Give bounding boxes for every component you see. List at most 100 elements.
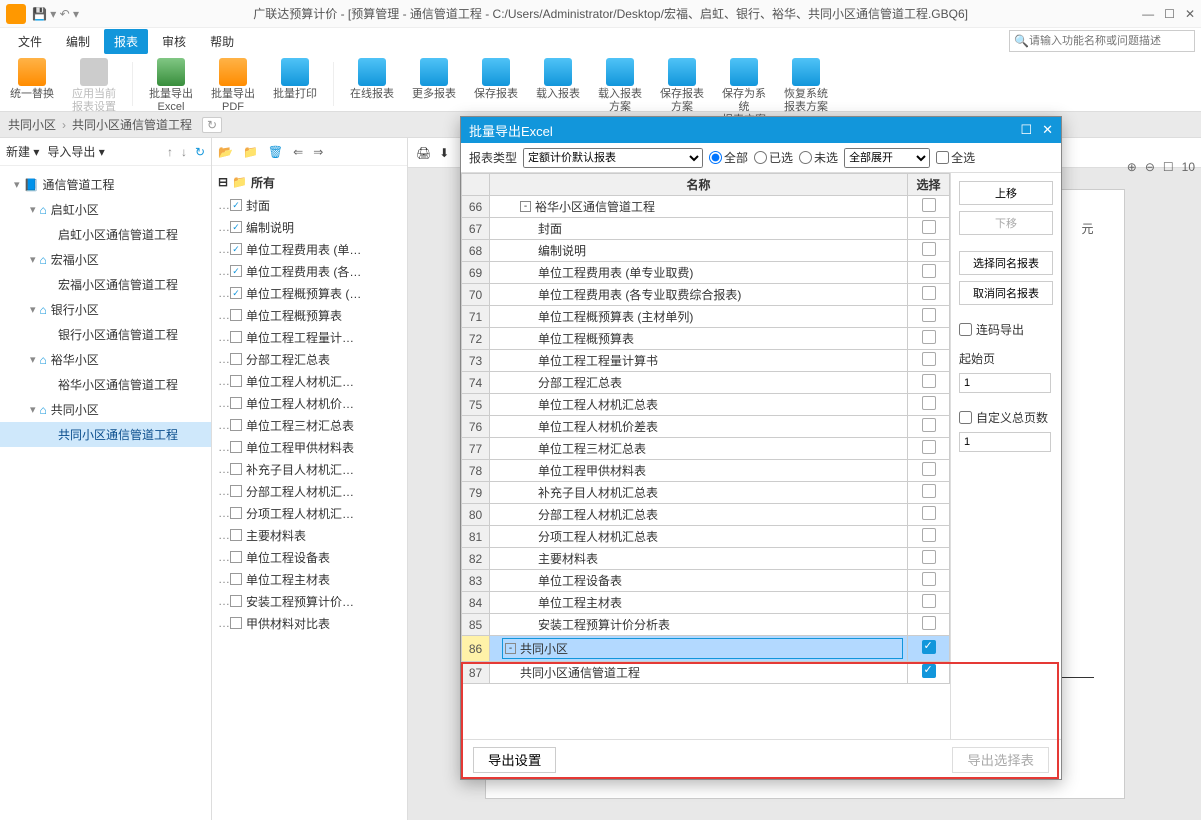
report-item[interactable]: …补充子目人材机汇… (212, 458, 407, 480)
grid-row[interactable]: 79补充子目人材机汇总表 (462, 482, 950, 504)
row-checkbox[interactable] (922, 484, 936, 498)
tree-row[interactable]: ▾⌂宏福小区 (0, 247, 211, 272)
radio-unselected[interactable]: 未选 (799, 149, 838, 166)
breadcrumb-refresh-icon[interactable]: ↻ (202, 117, 222, 133)
grid-row[interactable]: 83单位工程设备表 (462, 570, 950, 592)
custom-total-checkbox[interactable]: 自定义总页数 (959, 409, 1053, 426)
menu-review[interactable]: 审核 (152, 29, 196, 54)
radio-selected[interactable]: 已选 (754, 149, 793, 166)
export-icon[interactable]: ⬇ (439, 146, 449, 160)
row-checkbox[interactable] (922, 528, 936, 542)
menu-report[interactable]: 报表 (104, 29, 148, 54)
row-checkbox[interactable] (922, 286, 936, 300)
report-item[interactable]: …安装工程预算计价… (212, 590, 407, 612)
close-icon[interactable]: ✕ (1185, 7, 1195, 21)
tree-row[interactable]: 共同小区通信管道工程 (0, 422, 211, 447)
tree-row[interactable]: 启虹小区通信管道工程 (0, 222, 211, 247)
report-item[interactable]: …单位工程人材机价… (212, 392, 407, 414)
radio-all[interactable]: 全部 (709, 149, 748, 166)
grid-row[interactable]: 85安装工程预算计价分析表 (462, 614, 950, 636)
row-checkbox[interactable] (922, 572, 936, 586)
grid-row[interactable]: 71单位工程概预算表 (主材单列) (462, 306, 950, 328)
grid-row[interactable]: 78单位工程甲供材料表 (462, 460, 950, 482)
minimize-icon[interactable]: — (1142, 7, 1154, 21)
grid-row[interactable]: 66- 裕华小区通信管道工程 (462, 196, 950, 218)
start-page-input[interactable] (959, 373, 1051, 393)
zoom-out-icon[interactable]: ⊖ (1145, 160, 1155, 174)
fit-icon[interactable]: ☐ (1163, 160, 1174, 174)
project-tree[interactable]: ▾📘通信管道工程▾⌂启虹小区启虹小区通信管道工程▾⌂宏福小区宏福小区通信管道工程… (0, 166, 211, 820)
row-checkbox[interactable] (922, 374, 936, 388)
move-up-button[interactable]: 上移 (959, 181, 1053, 205)
grid-row[interactable]: 67封面 (462, 218, 950, 240)
row-checkbox[interactable] (922, 440, 936, 454)
check-all[interactable]: 全选 (936, 149, 975, 166)
menu-help[interactable]: 帮助 (200, 29, 244, 54)
select-same-button[interactable]: 选择同名报表 (959, 251, 1053, 275)
export-settings-button[interactable]: 导出设置 (473, 747, 556, 773)
row-checkbox[interactable] (922, 396, 936, 410)
row-checkbox[interactable] (922, 308, 936, 322)
row-checkbox[interactable] (922, 616, 936, 630)
grid-row[interactable]: 77单位工程三材汇总表 (462, 438, 950, 460)
breadcrumb-leaf[interactable]: 共同小区通信管道工程 (72, 116, 192, 133)
panel-refresh-icon[interactable]: ↻ (195, 145, 205, 159)
row-checkbox[interactable] (922, 352, 936, 366)
import-export-button[interactable]: 导入导出 ▾ (47, 143, 104, 160)
zoom-in-icon[interactable]: ⊕ (1127, 160, 1137, 174)
report-item[interactable]: …✓单位工程概预算表 (… (212, 282, 407, 304)
move-down-button[interactable]: 下移 (959, 211, 1053, 235)
report-item[interactable]: …单位工程概预算表 (212, 304, 407, 326)
function-search-input[interactable] (1029, 35, 1190, 47)
menu-file[interactable]: 文件 (8, 29, 52, 54)
row-checkbox[interactable] (922, 264, 936, 278)
grid-row[interactable]: 70单位工程费用表 (各专业取费综合报表) (462, 284, 950, 306)
tree-row[interactable]: ▾⌂共同小区 (0, 397, 211, 422)
grid-row[interactable]: 68编制说明 (462, 240, 950, 262)
toolbar-btn-10[interactable]: 保存报表方案 (658, 58, 706, 114)
tree-row[interactable]: ▾⌂启虹小区 (0, 197, 211, 222)
folder-icon[interactable]: 📁 (243, 145, 258, 159)
breadcrumb-root[interactable]: 共同小区 (8, 116, 56, 133)
quick-access-icons[interactable]: 💾 ▾ ↶ ▾ (32, 7, 79, 21)
function-search[interactable]: 🔍 (1009, 30, 1195, 52)
report-item[interactable]: …主要材料表 (212, 524, 407, 546)
grid-row[interactable]: 69单位工程费用表 (单专业取费) (462, 262, 950, 284)
tree-row[interactable]: ▾⌂裕华小区 (0, 347, 211, 372)
report-item[interactable]: …✓编制说明 (212, 216, 407, 238)
chain-export-checkbox[interactable]: 连码导出 (959, 321, 1053, 338)
grid-row[interactable]: 74分部工程汇总表 (462, 372, 950, 394)
report-item[interactable]: …单位工程设备表 (212, 546, 407, 568)
report-item[interactable]: …单位工程工程量计… (212, 326, 407, 348)
menu-edit[interactable]: 编制 (56, 29, 100, 54)
report-item[interactable]: …分部工程汇总表 (212, 348, 407, 370)
export-selected-button[interactable]: 导出选择表 (952, 747, 1049, 773)
grid-row[interactable]: 80分部工程人材机汇总表 (462, 504, 950, 526)
toolbar-btn-1[interactable]: 应用当前报表设置 (70, 58, 118, 114)
row-checkbox[interactable] (922, 506, 936, 520)
row-checkbox[interactable] (922, 220, 936, 234)
dialog-close-icon[interactable]: ✕ (1042, 122, 1053, 138)
tree-row[interactable]: 银行小区通信管道工程 (0, 322, 211, 347)
export-grid[interactable]: 名称 选择 66- 裕华小区通信管道工程67封面68编制说明69单位工程费用表 … (461, 173, 951, 739)
toolbar-btn-7[interactable]: 保存报表 (472, 58, 520, 101)
tree-row[interactable]: 宏福小区通信管道工程 (0, 272, 211, 297)
dialog-max-icon[interactable]: ☐ (1020, 122, 1032, 138)
report-item[interactable]: …甲供材料对比表 (212, 612, 407, 634)
grid-row[interactable]: 72单位工程概预算表 (462, 328, 950, 350)
row-checkbox[interactable] (922, 664, 936, 678)
maximize-icon[interactable]: ☐ (1164, 7, 1175, 21)
row-checkbox[interactable] (922, 462, 936, 476)
report-list-header[interactable]: ⊟📁所有 (212, 170, 407, 194)
report-item[interactable]: …分项工程人材机汇… (212, 502, 407, 524)
row-checkbox[interactable] (922, 242, 936, 256)
grid-row[interactable]: 87共同小区通信管道工程 (462, 662, 950, 684)
row-checkbox[interactable] (922, 198, 936, 212)
folder-open-icon[interactable]: 📂 (218, 145, 233, 159)
row-checkbox[interactable] (922, 640, 936, 654)
row-checkbox[interactable] (922, 330, 936, 344)
new-button[interactable]: 新建 ▾ (6, 143, 39, 160)
report-item[interactable]: …单位工程主材表 (212, 568, 407, 590)
tree-row[interactable]: ▾⌂银行小区 (0, 297, 211, 322)
toolbar-btn-5[interactable]: 在线报表 (348, 58, 396, 101)
